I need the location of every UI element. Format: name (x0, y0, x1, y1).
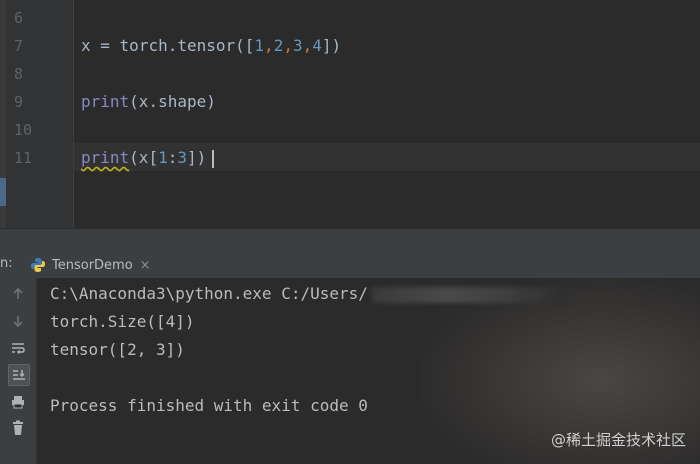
python-icon (31, 258, 45, 272)
console-toolbar (0, 278, 37, 464)
line-number: 6 (14, 9, 24, 27)
comma-token: , (283, 36, 293, 55)
comma-token: , (302, 36, 313, 55)
code-token: : (167, 148, 178, 167)
watermark: @稀土掘金技术社区 (550, 431, 686, 449)
tab-tensordemo[interactable]: TensorDemo × (26, 252, 152, 278)
comma-token: , (264, 36, 274, 55)
number-literal: 1 (254, 36, 265, 55)
close-icon[interactable]: × (140, 258, 151, 273)
run-label: n: (0, 256, 13, 271)
code-token: ]) (321, 36, 342, 55)
code-token: ]) (187, 148, 207, 167)
arrow-down-icon[interactable] (8, 311, 28, 331)
panel-splitter[interactable] (0, 228, 700, 253)
gutter-marker (0, 178, 6, 206)
arrow-up-icon[interactable] (8, 284, 28, 304)
line-number: 7 (14, 37, 24, 55)
console-command-text: C:\Anaconda3\python.exe C:/Users/ (50, 284, 368, 303)
code-line-9[interactable]: print(x.shape) (81, 88, 216, 116)
line-number: 11 (14, 149, 33, 167)
console-output-line: tensor([2, 3]) (50, 340, 185, 359)
number-literal: 3 (292, 36, 303, 55)
redacted-path (371, 286, 562, 303)
trash-icon[interactable] (8, 418, 28, 438)
number-literal: 2 (273, 36, 284, 55)
console-command-line: C:\Anaconda3\python.exe C:/Users/ (50, 280, 562, 308)
number-literal: 3 (177, 148, 187, 167)
run-console[interactable]: C:\Anaconda3\python.exe C:/Users/ torch.… (0, 278, 700, 464)
line-number: 9 (14, 93, 24, 111)
code-token: x (81, 36, 91, 55)
console-exit-line: Process finished with exit code 0 (50, 396, 368, 415)
soft-wrap-icon[interactable] (8, 338, 28, 358)
code-token: (x[ (129, 148, 159, 167)
print-icon[interactable] (8, 392, 28, 412)
number-literal: 1 (158, 148, 168, 167)
console-output-line: torch.Size([4]) (50, 312, 195, 331)
code-line-11[interactable]: print(x[1:3]) (81, 144, 215, 172)
code-token: = (90, 36, 120, 55)
line-number: 8 (14, 65, 24, 83)
builtin-function: print (81, 92, 130, 111)
tab-label: TensorDemo (52, 257, 133, 273)
number-literal: 4 (312, 36, 322, 55)
code-line-7[interactable]: x = torch.tensor([1,2,3,4]) (81, 32, 341, 60)
code-token: (x.shape) (129, 92, 216, 111)
builtin-function: print (81, 148, 130, 167)
line-number-gutter: 6 7 8 9 10 11 (0, 0, 74, 228)
code-token: torch.tensor([ (119, 36, 255, 55)
text-caret (212, 149, 215, 168)
run-tool-window-header: n: TensorDemo × (0, 252, 700, 279)
code-editor[interactable]: 6 7 8 9 10 11 x = torch.tensor([1,2,3,4]… (0, 0, 700, 228)
line-number: 10 (14, 121, 33, 139)
scroll-to-end-icon[interactable] (8, 364, 30, 386)
